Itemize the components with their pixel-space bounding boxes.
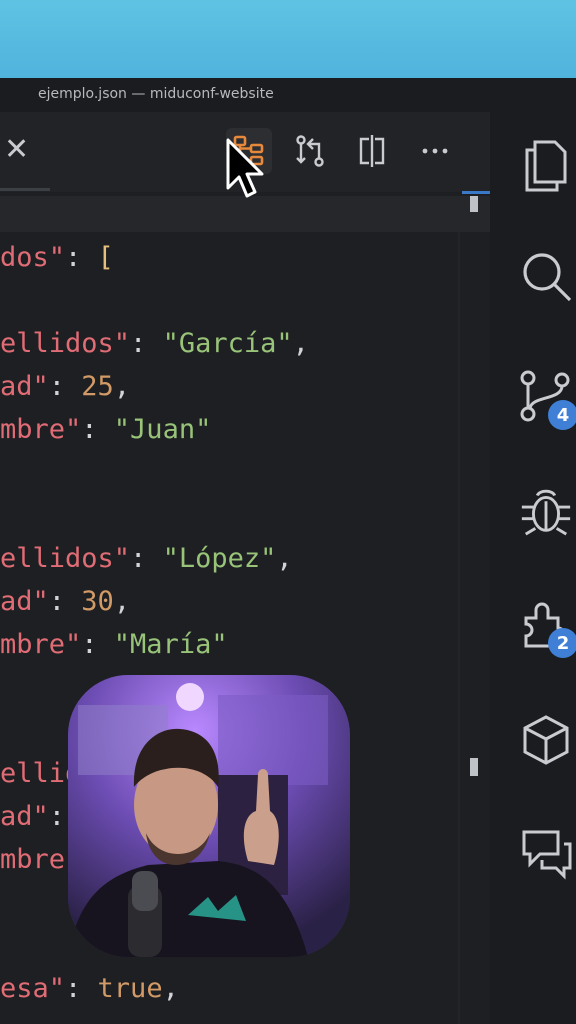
code-token: , xyxy=(276,543,293,574)
mouse-cursor-icon xyxy=(226,138,264,198)
tab-close-button[interactable]: ✕ xyxy=(4,135,29,165)
code-token: 30 xyxy=(81,586,114,617)
code-token: : xyxy=(81,629,114,660)
code-token: mbre" xyxy=(0,414,82,445)
scroll-accent xyxy=(462,191,490,194)
activity-remote-explorer[interactable] xyxy=(518,712,574,768)
code-line: ad": 25, xyxy=(0,365,460,408)
code-token: "García" xyxy=(162,328,293,359)
code-token: mbre xyxy=(0,844,66,875)
search-icon xyxy=(523,253,572,302)
window-title: ejemplo.json — miduconf-website xyxy=(38,86,274,102)
source-control-badge: 4 xyxy=(548,400,576,430)
code-token: , xyxy=(292,328,309,359)
presenter-video-image xyxy=(68,675,350,957)
compare-changes-icon xyxy=(296,135,324,167)
scrollbar-thumb[interactable] xyxy=(470,758,478,776)
code-line: ad": 30, xyxy=(0,580,460,623)
activity-run-debug[interactable] xyxy=(518,482,574,538)
explorer-files-icon xyxy=(525,140,567,192)
code-token: , xyxy=(162,973,179,1004)
code-line: mbre": "Juan" xyxy=(0,408,460,451)
code-line: ellidos": "García", xyxy=(0,322,460,365)
code-token: mbre" xyxy=(0,629,82,660)
code-token: dos" xyxy=(0,242,66,273)
code-token: "López" xyxy=(162,543,277,574)
code-token: : xyxy=(130,543,163,574)
split-editor-icon xyxy=(359,135,385,167)
code-token: , xyxy=(113,371,131,402)
code-token: : xyxy=(48,371,82,402)
run-debug-icon xyxy=(521,489,571,536)
activity-search[interactable] xyxy=(518,248,574,304)
code-line: dos": [ xyxy=(0,236,460,279)
code-token: ellidos" xyxy=(0,328,131,359)
minimap-scroll-thumb-top[interactable] xyxy=(470,196,478,212)
remote-explorer-icon xyxy=(523,715,569,765)
code-token: , xyxy=(113,586,131,617)
code-token: : xyxy=(65,973,98,1004)
code-token: 25 xyxy=(81,371,114,402)
active-tab-indicator xyxy=(0,188,50,191)
code-token: : xyxy=(130,328,163,359)
code-line: ellidos": "López", xyxy=(0,537,460,580)
code-token: [ xyxy=(97,242,114,273)
code-token: "María" xyxy=(113,629,228,660)
code-token: ad" xyxy=(0,586,49,617)
code-token: ellidos" xyxy=(0,543,131,574)
code-token: true xyxy=(97,973,163,1004)
chat-icon xyxy=(522,830,572,880)
code-token: "Juan" xyxy=(113,414,212,445)
webcam-overlay xyxy=(68,675,350,957)
code-token: : xyxy=(48,586,82,617)
extensions-badge: 2 xyxy=(548,628,576,658)
code-token: esa" xyxy=(0,973,66,1004)
activity-chat[interactable] xyxy=(518,824,574,880)
top-bar xyxy=(0,0,576,78)
code-line: esa": true, xyxy=(0,967,460,1010)
activity-explorer[interactable] xyxy=(518,138,574,194)
more-actions-icon xyxy=(422,148,448,154)
title-bar: ejemplo.json — miduconf-website xyxy=(0,78,576,112)
code-token: ad" xyxy=(0,801,49,832)
code-token: : xyxy=(81,414,114,445)
compare-changes-button[interactable] xyxy=(287,128,333,174)
code-line: mbre": "María" xyxy=(0,623,460,666)
code-token: : xyxy=(65,242,98,273)
more-actions-button[interactable] xyxy=(412,128,458,174)
code-token: : xyxy=(48,801,66,832)
code-token: ad" xyxy=(0,371,49,402)
split-editor-button[interactable] xyxy=(349,128,395,174)
